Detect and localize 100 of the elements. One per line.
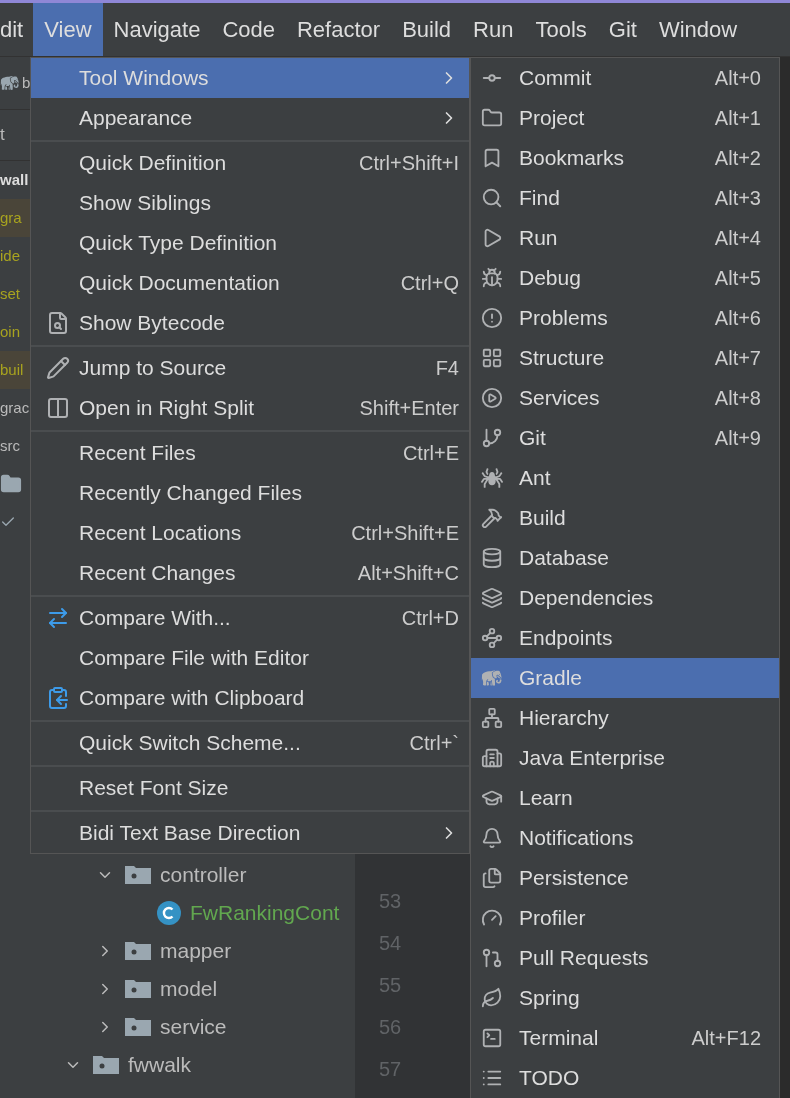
menu-item[interactable]: Java Enterprise	[471, 738, 779, 778]
shortcut-label: Alt+F12	[691, 1026, 761, 1051]
menu-item[interactable]: Quick Definition Ctrl+Shift+I	[31, 143, 469, 183]
alert-icon	[481, 307, 503, 329]
menu-item[interactable]: Database	[471, 538, 779, 578]
menu-item[interactable]: Quick Documentation Ctrl+Q	[31, 263, 469, 303]
menu-item[interactable]: Pull Requests	[471, 938, 779, 978]
menu-item-label: Recently Changed Files	[79, 480, 302, 507]
pull-request-icon	[481, 947, 503, 969]
folder-icon	[0, 473, 22, 495]
menu-item[interactable]: Jump to Source F4	[31, 348, 469, 388]
menu-item[interactable]: Find Alt+3	[471, 178, 779, 218]
menu-item[interactable]: Services Alt+8	[471, 378, 779, 418]
menu-item-label: Recent Changes	[79, 560, 236, 587]
menu-item[interactable]: Structure Alt+7	[471, 338, 779, 378]
menu-bar-item[interactable]: Refactor	[286, 3, 392, 56]
menu-item[interactable]: Bookmarks Alt+2	[471, 138, 779, 178]
menu-item[interactable]: Persistence	[471, 858, 779, 898]
menu-item[interactable]: Run Alt+4	[471, 218, 779, 258]
menu-item-label: Bookmarks	[519, 145, 625, 172]
menu-item[interactable]: Recent Changes Alt+Shift+C	[31, 553, 469, 593]
folder-icon	[124, 1017, 152, 1037]
menu-bar-item[interactable]: Window	[647, 3, 749, 56]
menu-item[interactable]: Hierarchy	[471, 698, 779, 738]
menu-item-label: Git	[519, 425, 546, 452]
search-icon	[481, 187, 503, 209]
menu-item-label: Run	[519, 225, 558, 252]
menu-item[interactable]: Endpoints	[471, 618, 779, 658]
menu-item[interactable]: TODO	[471, 1058, 779, 1098]
shortcut-label: Ctrl+E	[402, 441, 459, 466]
menu-item[interactable]: Gradle	[471, 658, 779, 698]
menu-item[interactable]: Bidi Text Base Direction	[31, 813, 469, 853]
menu-item[interactable]: Quick Switch Scheme... Ctrl+`	[31, 723, 469, 763]
menu-item-label: Find	[519, 185, 560, 212]
menu-item[interactable]: Open in Right Split Shift+Enter	[31, 388, 469, 428]
menu-item[interactable]: Quick Type Definition	[31, 223, 469, 263]
menu-item-label: Show Bytecode	[79, 310, 225, 337]
folder-icon	[481, 107, 503, 129]
class-name[interactable]: FwRankingCont	[190, 897, 340, 929]
menu-bar-item[interactable]: dit	[0, 3, 34, 56]
class-icon	[156, 900, 182, 926]
menu-item[interactable]: Ant	[471, 458, 779, 498]
menu-item[interactable]: Git Alt+9	[471, 418, 779, 458]
leaf-icon	[481, 987, 503, 1009]
shortcut-label: Alt+8	[714, 386, 761, 411]
menu-item-label: Spring	[519, 985, 580, 1012]
menu-item[interactable]: Show Siblings	[31, 183, 469, 223]
menu-bar-item[interactable]: View	[33, 3, 103, 56]
menu-item[interactable]: Compare File with Editor	[31, 638, 469, 678]
menu-item[interactable]: Notifications	[471, 818, 779, 858]
menu-item[interactable]: Compare With... Ctrl+D	[31, 598, 469, 638]
menu-item[interactable]: Show Bytecode	[31, 303, 469, 343]
menu-item[interactable]: Debug Alt+5	[471, 258, 779, 298]
menu-item-label: Commit	[519, 65, 592, 92]
hammer-icon	[481, 507, 503, 529]
file-search-icon	[46, 311, 70, 335]
menu-bar-item[interactable]: Tools	[524, 3, 598, 56]
folder-name[interactable]: controller	[160, 859, 247, 891]
project-name: wall	[0, 169, 29, 190]
menu-item[interactable]: Recent Files Ctrl+E	[31, 433, 469, 473]
terminal-icon	[481, 1027, 503, 1049]
menu-item[interactable]: Spring	[471, 978, 779, 1018]
menu-item[interactable]: Recent Locations Ctrl+Shift+E	[31, 513, 469, 553]
menu-item-label: Services	[519, 385, 600, 412]
menu-item[interactable]: Tool Windows	[31, 58, 469, 98]
menu-item[interactable]: Appearance	[31, 98, 469, 138]
menu-item[interactable]: Problems Alt+6	[471, 298, 779, 338]
menu-item[interactable]: Commit Alt+0	[471, 58, 779, 98]
menu-bar-item[interactable]: Run	[462, 3, 525, 56]
menu-item-label: Recent Locations	[79, 520, 242, 547]
menu-item[interactable]: Profiler	[471, 898, 779, 938]
menu-item-label: Open in Right Split	[79, 395, 255, 422]
folder-name[interactable]: fwwalk	[128, 1049, 191, 1081]
menu-bar-item[interactable]: Code	[211, 3, 286, 56]
menu-bar-item[interactable]: Navigate	[102, 3, 212, 56]
menu-item-label: Quick Documentation	[79, 270, 280, 297]
menu-item[interactable]: Reset Font Size	[31, 768, 469, 808]
folder-name[interactable]: model	[160, 973, 218, 1005]
menu-item[interactable]: Terminal Alt+F12	[471, 1018, 779, 1058]
menu-item[interactable]: Recently Changed Files	[31, 473, 469, 513]
clipboard-icon	[46, 686, 70, 710]
menu-item[interactable]: Compare with Clipboard	[31, 678, 469, 718]
menu-item[interactable]: Learn	[471, 778, 779, 818]
menu-item-label: Jump to Source	[79, 355, 227, 382]
pencil-icon	[46, 356, 70, 380]
shortcut-label: Alt+1	[714, 106, 761, 131]
menu-item-label: Java Enterprise	[519, 745, 665, 772]
menu-item-label: Quick Type Definition	[79, 230, 278, 257]
folder-name[interactable]: mapper	[160, 935, 232, 967]
menu-bar-item[interactable]: Build	[391, 3, 463, 56]
shortcut-label: Ctrl+Shift+I	[358, 151, 459, 176]
menu-bar-item[interactable]: Git	[597, 3, 648, 56]
shortcut-label: Alt+Shift+C	[357, 561, 459, 586]
menu-item[interactable]: Project Alt+1	[471, 98, 779, 138]
toolbar-label: b	[22, 72, 30, 93]
folder-name[interactable]: service	[160, 1011, 227, 1043]
menu-item[interactable]: Dependencies	[471, 578, 779, 618]
shortcut-label: Alt+2	[714, 146, 761, 171]
menu-item[interactable]: Build	[471, 498, 779, 538]
file-name: gra	[0, 207, 22, 228]
